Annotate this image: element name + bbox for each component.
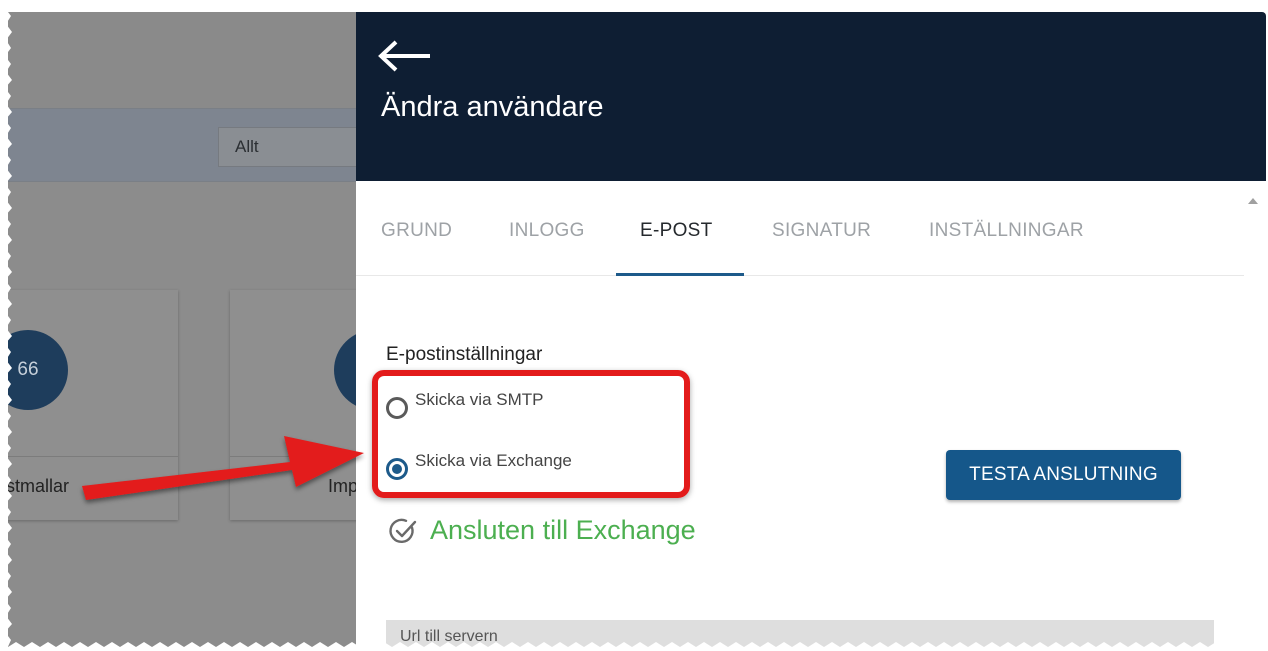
background-filter-select: Allt (218, 127, 368, 167)
card-divider (230, 456, 368, 457)
server-url-field[interactable]: Url till servern (386, 620, 1214, 651)
background-card: Imp (230, 290, 368, 520)
back-button[interactable] (376, 38, 436, 74)
connection-status-text: Ansluten till Exchange (430, 515, 696, 545)
tab-grund[interactable]: GRUND (381, 220, 452, 242)
connection-status: Ansluten till Exchange (388, 515, 696, 546)
tab-signatur[interactable]: SIGNATUR (772, 220, 871, 242)
panel-title: Ändra användare (381, 91, 604, 123)
arrow-left-icon (378, 40, 430, 72)
email-settings-heading: E-postinställningar (386, 344, 543, 365)
background-card-count: 66 (8, 330, 68, 410)
check-circle-icon (389, 518, 417, 543)
background-filter-bar: Allt (8, 108, 368, 182)
annotation-highlight-box (372, 370, 690, 498)
scroll-up-icon[interactable] (1248, 198, 1258, 204)
tab-installningar[interactable]: INSTÄLLNINGAR (929, 220, 1084, 242)
tab-bar: GRUND INLOGG E-POST SIGNATUR INSTÄLLNING… (356, 192, 1244, 276)
card-divider (8, 456, 178, 457)
server-url-label: Url till servern (400, 628, 498, 645)
tab-inlogg[interactable]: INLOGG (509, 220, 585, 242)
active-tab-indicator (616, 273, 744, 276)
background-card-label: Imp (328, 476, 359, 496)
background-card-label: stmallar (8, 476, 70, 496)
test-connection-button[interactable]: TESTA ANSLUTNING (946, 450, 1181, 500)
background-app-overlay: Allt 66 stmallar Imp (8, 12, 368, 651)
background-header (8, 12, 368, 108)
edit-user-panel: Ändra användare GRUND INLOGG E-POST SIGN… (356, 12, 1266, 651)
tab-e-post[interactable]: E-POST (640, 220, 713, 242)
background-card: 66 stmallar (8, 290, 178, 520)
panel-header: Ändra användare (356, 12, 1266, 181)
